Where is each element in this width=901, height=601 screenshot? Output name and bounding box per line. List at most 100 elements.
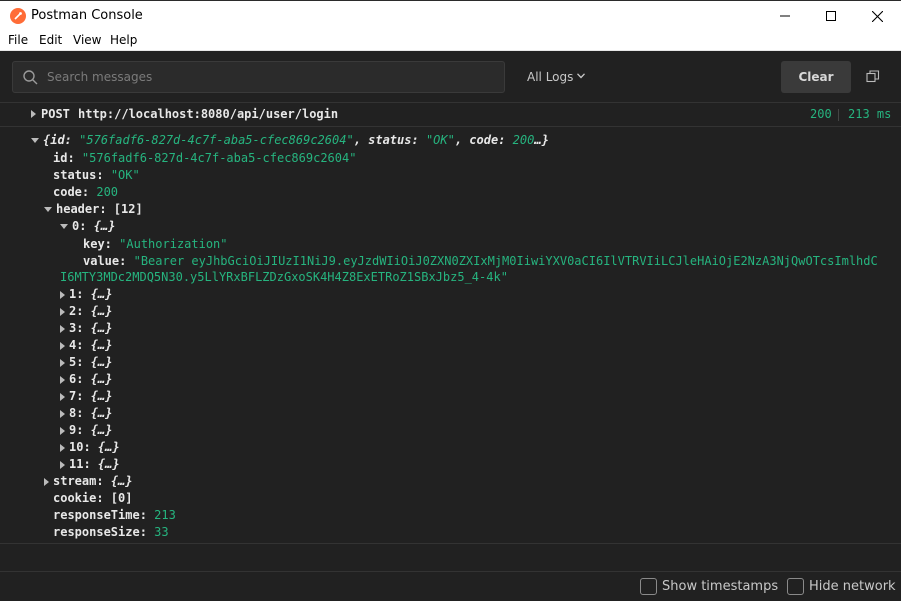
field-key: code: [53, 185, 90, 199]
window-title: Postman Console [31, 8, 143, 23]
expand-toggle-icon[interactable] [60, 290, 65, 299]
summary-code-value: 200 [512, 133, 535, 147]
field-code: code: 200 [53, 184, 118, 201]
object-preview: {…} [90, 321, 113, 335]
request-url: http://localhost:8080/api/user/login [78, 107, 339, 121]
hide-network-label[interactable]: Hide network [809, 579, 896, 594]
show-timestamps-label[interactable]: Show timestamps [662, 579, 778, 594]
footer: Show timestamps Hide network [0, 571, 901, 601]
menu-help[interactable]: Help [110, 33, 137, 47]
field-cookie: cookie: [0] [53, 490, 132, 507]
menu-bar: File Edit View Help [0, 30, 901, 51]
expand-toggle-icon[interactable] [60, 392, 65, 401]
maximize-icon [826, 11, 836, 21]
object-preview: {…} [110, 474, 133, 488]
header-item[interactable]: 6: {…} [60, 371, 112, 388]
collapse-toggle-icon[interactable] [44, 207, 52, 212]
summary-id-key: {id: [43, 133, 72, 147]
field-value: 200 [96, 185, 119, 199]
expand-toggle-icon[interactable] [60, 358, 65, 367]
postman-logo-icon [10, 8, 26, 24]
summary-id-value: "576fadf6-827d-4c7f-aba5-cfec869c2604" [79, 133, 354, 147]
field-key: 8: [69, 406, 84, 420]
expand-toggle-icon[interactable] [60, 443, 65, 452]
header-item[interactable]: 2: {…} [60, 303, 112, 320]
expand-toggle-icon[interactable] [60, 341, 65, 350]
field-key: stream: [53, 474, 104, 488]
field-value: "Authorization" [119, 237, 228, 251]
expand-toggle-icon[interactable] [60, 460, 65, 469]
field-value: "Bearer eyJhbGciOiJIUzI1NiJ9.eyJzdWIiOiJ… [133, 254, 878, 268]
request-method: POST [41, 107, 70, 121]
field-key: 6: [69, 372, 84, 386]
collapse-toggle-icon[interactable] [31, 138, 39, 143]
search-box[interactable] [12, 61, 505, 93]
field-value: 213 [154, 508, 176, 522]
header-item[interactable]: 3: {…} [60, 320, 112, 337]
object-preview: {…} [97, 440, 120, 454]
field-key: responseTime: [53, 508, 147, 522]
menu-file[interactable]: File [8, 33, 28, 47]
header-item[interactable]: 11: {…} [60, 456, 120, 473]
field-key: 7: [69, 389, 84, 403]
object-preview: {…} [90, 338, 113, 352]
field-header[interactable]: header: [12] [44, 201, 143, 218]
header-item[interactable]: 7: {…} [60, 388, 112, 405]
expand-toggle-icon[interactable] [60, 409, 65, 418]
header-item[interactable]: 10: {…} [60, 439, 120, 456]
header-0-key: key: "Authorization" [83, 236, 228, 253]
expand-toggle-icon[interactable] [60, 307, 65, 316]
field-value: "576fadf6-827d-4c7f-aba5-cfec869c2604" [81, 151, 357, 165]
maximize-button[interactable] [808, 1, 854, 31]
log-area: POST http://localhost:8080/api/user/logi… [0, 103, 901, 543]
header-item[interactable]: 4: {…} [60, 337, 112, 354]
minimize-icon [780, 15, 790, 17]
expand-toggle-icon[interactable] [60, 375, 65, 384]
response-status: 200 [810, 107, 832, 121]
summary-code-key: , code: [454, 133, 506, 147]
menu-edit[interactable]: Edit [39, 33, 62, 47]
header-item[interactable]: 5: {…} [60, 354, 112, 371]
show-timestamps-checkbox[interactable] [640, 578, 657, 595]
response-summary[interactable]: {id: "576fadf6-827d-4c7f-aba5-cfec869c26… [31, 132, 549, 149]
object-preview: {…} [93, 219, 116, 233]
expand-toggle-icon[interactable] [31, 110, 36, 118]
field-key: 2: [69, 304, 84, 318]
object-preview: {…} [90, 355, 113, 369]
menu-view[interactable]: View [73, 33, 101, 47]
header-item[interactable]: 8: {…} [60, 405, 112, 422]
header-item[interactable]: 1: {…} [60, 286, 112, 303]
field-key: responseSize: [53, 525, 147, 539]
summary-status-key: , status: [353, 133, 419, 147]
field-key: cookie: [0] [53, 491, 133, 505]
copy-icon[interactable] [866, 70, 880, 84]
search-input[interactable] [47, 66, 487, 88]
field-key: key: [83, 237, 112, 251]
clear-button[interactable]: Clear [781, 61, 851, 93]
field-key: 10: [69, 440, 91, 454]
title-bar: Postman Console [0, 0, 901, 30]
field-response-time: responseTime: 213 [53, 507, 176, 524]
object-preview: {…} [90, 287, 113, 301]
close-button[interactable] [854, 1, 900, 31]
expand-toggle-icon[interactable] [60, 324, 65, 333]
request-row[interactable]: POST http://localhost:8080/api/user/logi… [0, 103, 901, 127]
field-value: I6MTY3MDc2MDQ5N30.y5LlYRxBFLZDzGxoSK4H4Z… [60, 270, 508, 284]
log-filter-dropdown[interactable]: All Logs [527, 70, 585, 84]
field-stream[interactable]: stream: {…} [44, 473, 133, 490]
object-preview: {…} [90, 372, 113, 386]
field-key: value: [83, 254, 127, 268]
minimize-button[interactable] [762, 1, 808, 31]
field-value: 33 [154, 525, 169, 539]
expand-toggle-icon[interactable] [60, 426, 65, 435]
expand-toggle-icon[interactable] [44, 477, 49, 486]
collapse-toggle-icon[interactable] [60, 224, 68, 229]
header-item[interactable]: 9: {…} [60, 422, 112, 439]
divider [838, 109, 839, 121]
header-item-0[interactable]: 0: {…} [60, 218, 115, 235]
hide-network-checkbox[interactable] [787, 578, 804, 595]
field-key: 4: [69, 338, 84, 352]
chevron-down-icon [577, 73, 585, 79]
field-key: 5: [69, 355, 84, 369]
field-key: 1: [69, 287, 84, 301]
